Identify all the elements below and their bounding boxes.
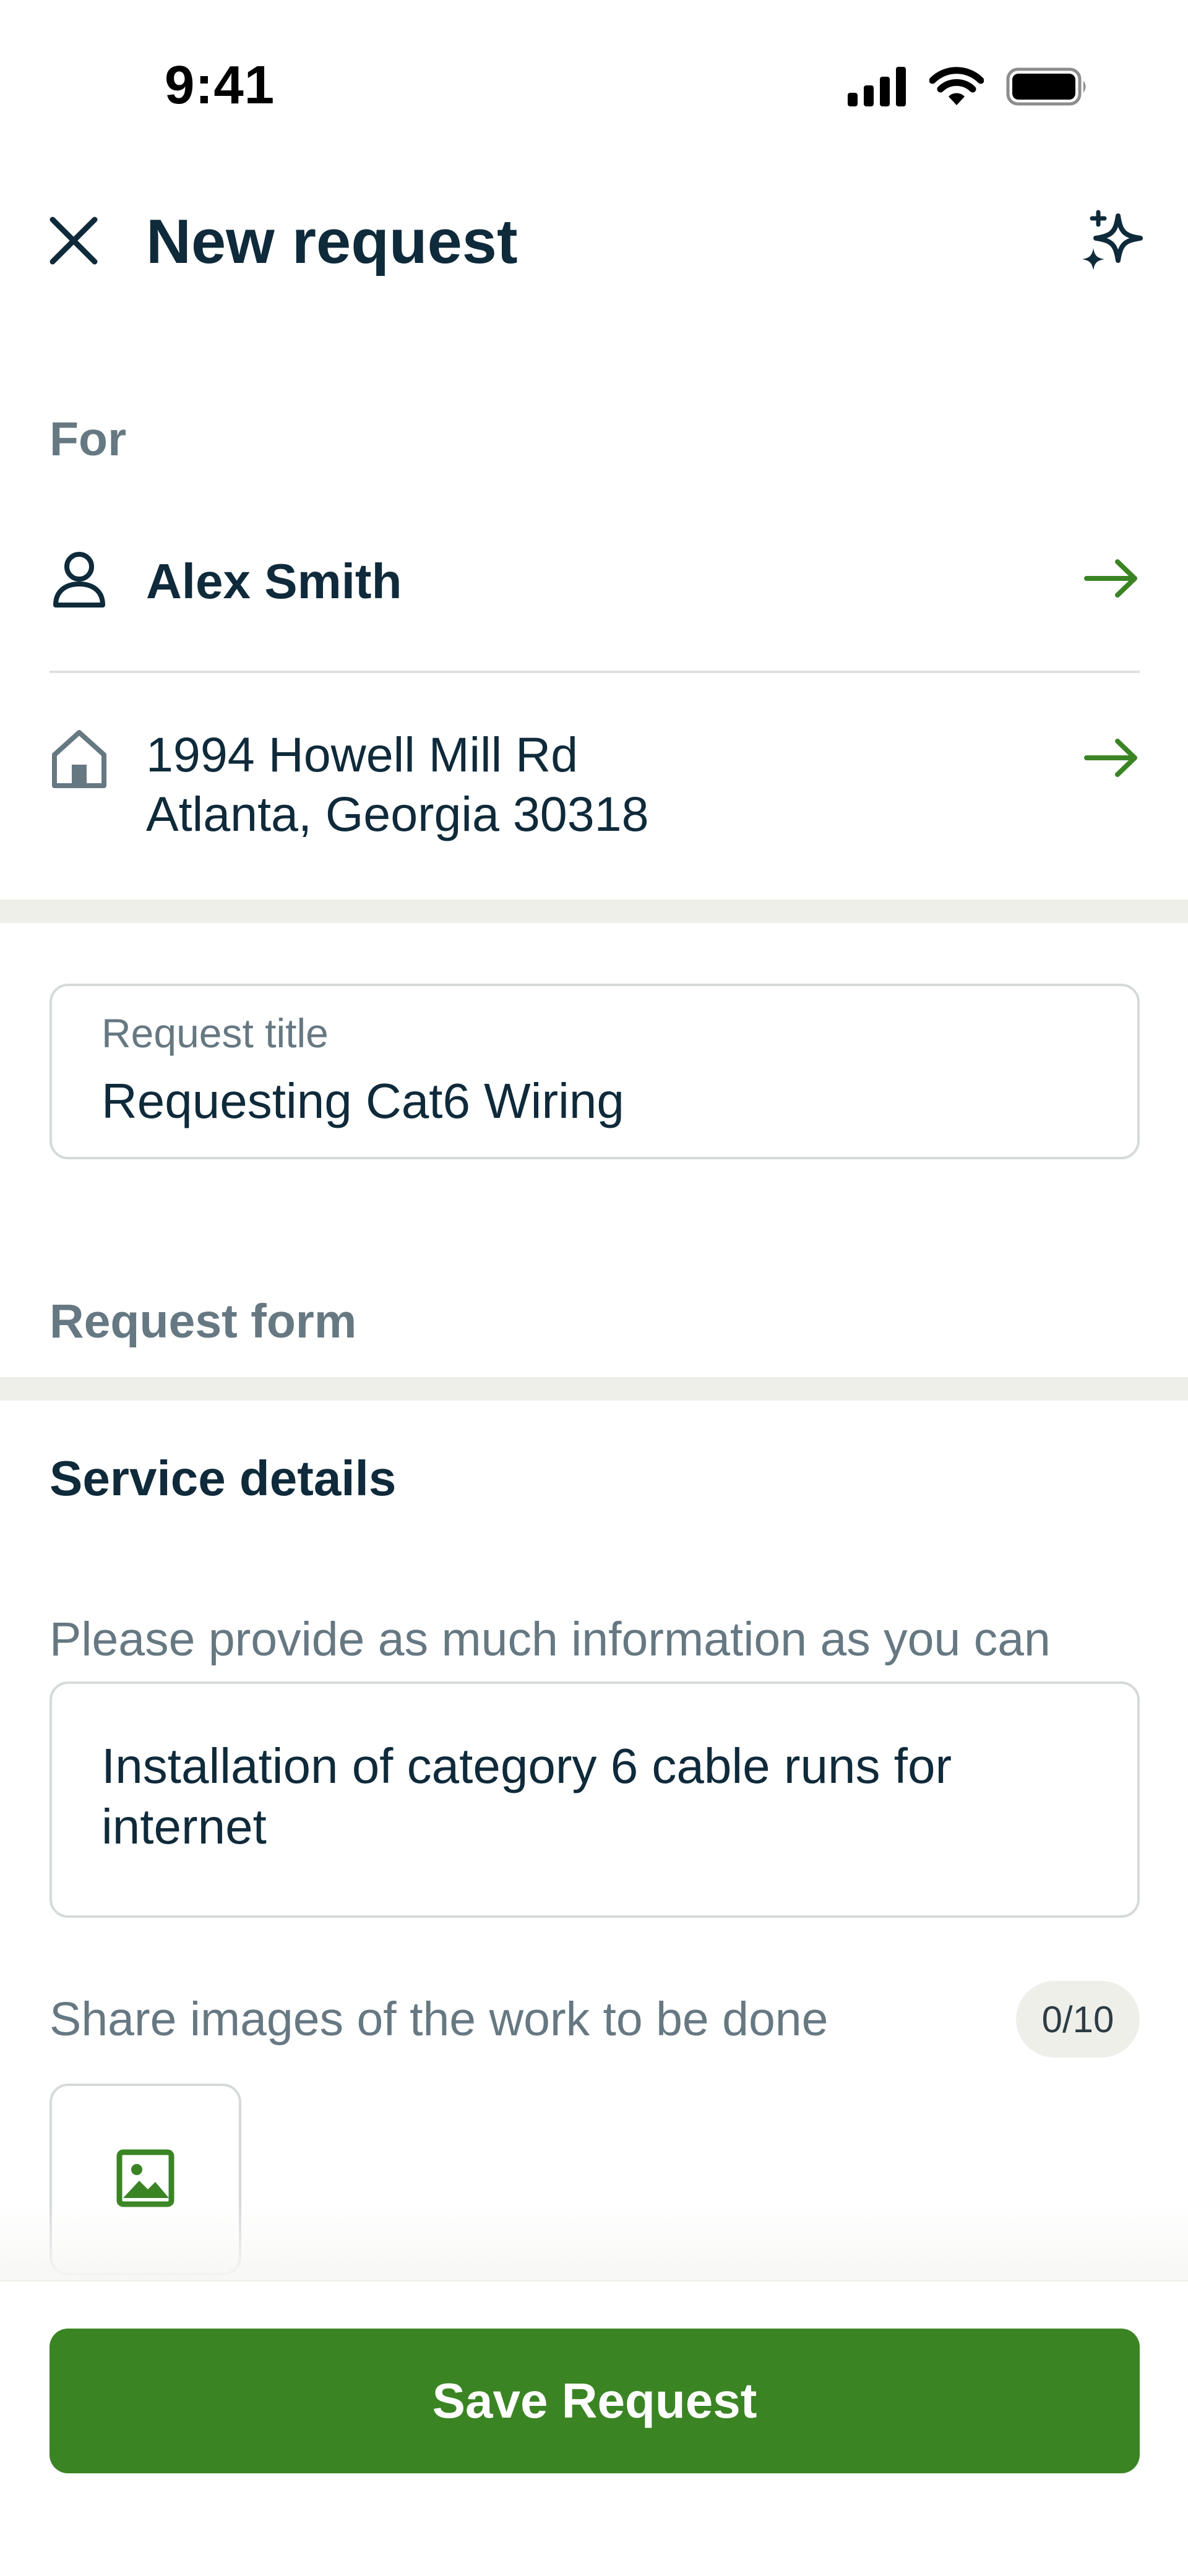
- recipient-row[interactable]: Alex Smith: [50, 544, 1140, 612]
- request-form-label: Request form: [50, 1295, 357, 1348]
- section-divider-band: [0, 1377, 1188, 1401]
- description-value[interactable]: Installation of category 6 cable runs fo…: [101, 1736, 1088, 1857]
- recipient-name: Alex Smith: [146, 554, 402, 609]
- person-icon: [50, 549, 109, 612]
- request-title-label: Request title: [101, 1010, 329, 1056]
- address-line1: 1994 Howell Mill Rd: [146, 727, 579, 782]
- arrow-right-icon: [1083, 558, 1140, 602]
- page-title: New request: [146, 207, 518, 277]
- battery-icon: [1006, 67, 1089, 109]
- sparkle-icon: [1080, 210, 1147, 280]
- address-row[interactable]: 1994 Howell Mill Rd Atlanta, Georgia 303…: [50, 725, 1140, 855]
- address-line2: Atlanta, Georgia 30318: [146, 786, 649, 841]
- signal-icon: [848, 67, 907, 109]
- request-title-input[interactable]: Requesting Cat6 Wiring: [101, 1073, 624, 1130]
- ai-assist-button[interactable]: [1073, 204, 1153, 285]
- home-icon: [50, 728, 109, 792]
- image-icon: [116, 2149, 175, 2211]
- section-divider-band: [0, 899, 1188, 923]
- description-help-text: Please provide as much information as yo…: [50, 1613, 1051, 1666]
- divider: [50, 671, 1140, 673]
- description-textarea[interactable]: Installation of category 6 cable runs fo…: [50, 1681, 1140, 1918]
- status-icons: [848, 67, 1089, 109]
- wifi-icon: [929, 67, 984, 109]
- request-title-field[interactable]: Request title Requesting Cat6 Wiring: [50, 984, 1140, 1159]
- close-button[interactable]: [40, 208, 108, 276]
- status-time: 9:41: [165, 55, 275, 115]
- for-label: For: [50, 413, 127, 466]
- arrow-right-icon: [1083, 737, 1140, 781]
- images-count-badge: 0/10: [1016, 1981, 1140, 2058]
- save-request-button[interactable]: Save Request: [50, 2329, 1140, 2473]
- images-help-text: Share images of the work to be done: [50, 1993, 829, 2046]
- close-icon: [49, 216, 98, 268]
- service-details-title: Service details: [50, 1451, 397, 1506]
- scroll-fade: [0, 2202, 1188, 2283]
